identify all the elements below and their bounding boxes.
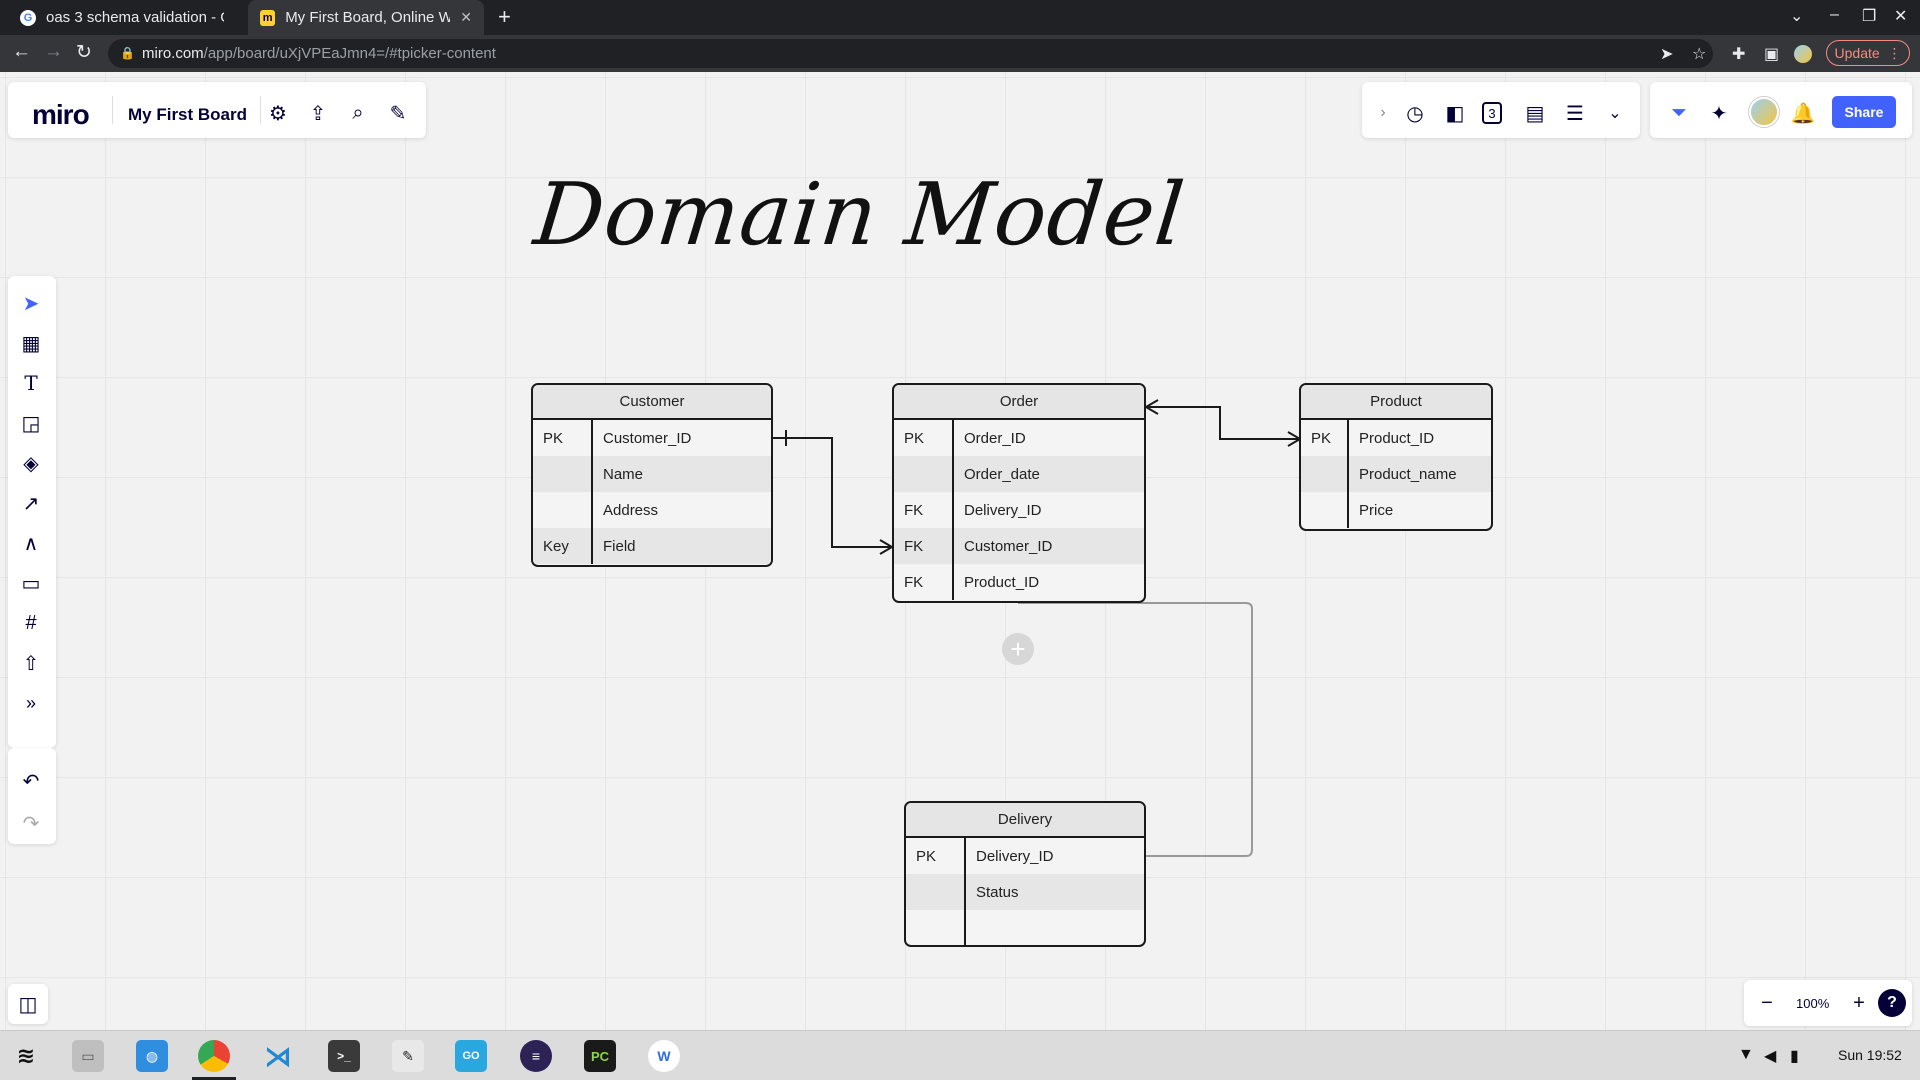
key-cell [1301,456,1349,492]
key-cell [533,492,593,528]
table-header: Order [894,385,1144,420]
er-table-customer[interactable]: Customer PK Customer_ID Name Address Key F… [531,383,773,567]
key-cell: PK [894,420,954,456]
table-row: PK Delivery_ID [906,838,1144,874]
writer-icon[interactable]: W [648,1040,680,1072]
key-cell: PK [1301,420,1349,456]
key-cell: PK [906,838,966,874]
connector-order-product[interactable] [1146,406,1300,440]
add-connector-plus-icon[interactable]: + [1002,633,1034,665]
field-cell: Status [976,883,1019,901]
field-cell: Field [603,537,636,555]
table-row: FK Customer_ID [894,528,1144,564]
er-table-delivery[interactable]: Delivery PK Delivery_ID Status [904,801,1146,947]
vscode-icon[interactable]: ⋊ [262,1040,294,1072]
key-cell [894,456,954,492]
field-cell: Customer_ID [964,537,1053,555]
app-launcher-icon[interactable]: ≋ [10,1040,42,1072]
connector-customer-order[interactable] [772,437,892,548]
eclipse-icon[interactable]: ≡ [520,1040,552,1072]
table-row [906,910,1144,945]
goland-icon[interactable]: GO [455,1040,487,1072]
table-row: Name [533,456,771,492]
key-cell: Key [533,528,593,564]
field-cell: Address [603,501,659,519]
chrome-icon[interactable] [198,1040,230,1072]
key-cell [533,456,593,492]
key-cell: FK [894,492,954,528]
table-row: PK Customer_ID [533,420,771,456]
table-row: PK Order_ID [894,420,1144,456]
table-row: Address [533,492,771,528]
field-cell: Price [1359,501,1394,519]
field-cell: Customer_ID [603,429,692,447]
key-cell [906,910,966,945]
pycharm-icon[interactable]: PC [584,1040,616,1072]
table-row: Order_date [894,456,1144,492]
field-cell: Order_date [964,465,1040,483]
taskbar-clock[interactable]: Sun 19:52 [1838,1047,1902,1063]
table-row: FK Product_ID [894,564,1144,600]
table-row: Product_name [1301,456,1491,492]
files-icon[interactable]: ▭ [72,1040,104,1072]
wifi-icon[interactable]: ▼ [1738,1046,1754,1064]
field-cell: Product_ID [964,573,1040,591]
key-cell: FK [894,564,954,600]
key-cell: PK [533,420,593,456]
table-header: Customer [533,385,771,420]
battery-icon[interactable]: ▮ [1790,1046,1799,1066]
field-cell: Product_name [1359,465,1457,483]
store-icon[interactable]: ◍ [136,1040,168,1072]
table-row: PK Product_ID [1301,420,1491,456]
volume-icon[interactable]: ◀ [1764,1046,1776,1066]
er-table-order[interactable]: Order PK Order_ID Order_date FK Delivery_I… [892,383,1146,603]
table-row: Price [1301,492,1491,528]
er-table-product[interactable]: Product PK Product_ID Product_name Price [1299,383,1493,531]
table-header: Delivery [906,803,1144,838]
field-cell: Name [603,465,644,483]
field-cell: Delivery_ID [964,501,1042,519]
key-cell: FK [894,528,954,564]
key-cell [1301,492,1349,528]
table-row: FK Delivery_ID [894,492,1144,528]
os-taskbar: ≋ ▭ ◍ ⋊ >_ ✎ GO ≡ PC W ▼ ◀ ▮ Sun 19:52 [0,1030,1920,1080]
terminal-icon[interactable]: >_ [328,1040,360,1072]
table-header: Product [1301,385,1491,420]
key-cell [906,874,966,910]
field-cell: Order_ID [964,429,1026,447]
table-row: Status [906,874,1144,910]
table-row: Key Field [533,528,771,564]
field-cell: Delivery_ID [976,847,1054,865]
gimp-icon[interactable]: ✎ [392,1040,424,1072]
field-cell: Product_ID [1359,429,1435,447]
